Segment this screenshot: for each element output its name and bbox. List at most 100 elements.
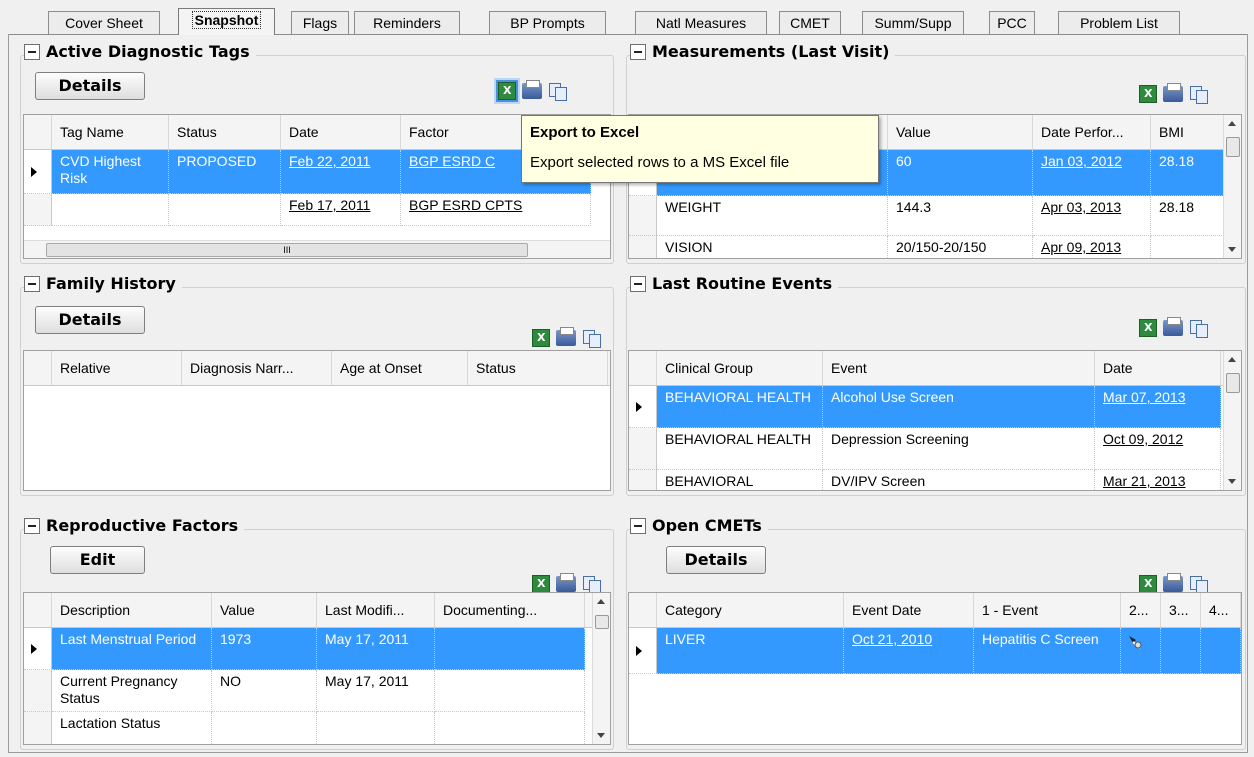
panel-title: Family History — [46, 274, 176, 293]
details-button[interactable]: Details — [666, 546, 766, 574]
collapse-icon[interactable] — [24, 275, 40, 292]
edit-button[interactable]: Edit — [50, 546, 145, 574]
open-cmets-panel: Open CMETs Details Category Event Date 1… — [626, 516, 1246, 750]
table-row[interactable]: Current Pregnancy Status NO May 17, 2011 — [24, 670, 610, 712]
table-row[interactable]: VISION 20/150-20/150 Apr 09, 2013 — [629, 236, 1241, 258]
copy-icon[interactable] — [548, 82, 567, 101]
row-selector[interactable] — [24, 194, 52, 226]
column-header[interactable]: Description — [52, 593, 212, 627]
column-header[interactable]: Documenting... — [435, 593, 585, 627]
column-header[interactable]: Date — [281, 115, 401, 149]
pin-icon[interactable] — [1127, 634, 1143, 650]
print-icon[interactable] — [556, 327, 576, 346]
column-header[interactable]: Status — [468, 351, 608, 385]
column-header[interactable]: Category — [657, 593, 844, 627]
tooltip-title: Export to Excel — [530, 124, 640, 141]
tab-pcc[interactable]: PCC — [989, 11, 1035, 34]
tooltip-body: Export selected rows to a MS Excel file — [530, 154, 790, 171]
tab-cmet[interactable]: CMET — [779, 11, 841, 34]
collapse-icon[interactable] — [630, 43, 646, 60]
vertical-scrollbar[interactable] — [1223, 351, 1241, 490]
row-selector[interactable] — [629, 470, 657, 490]
row-selector[interactable] — [629, 196, 657, 236]
tab-reminders[interactable]: Reminders — [354, 11, 460, 34]
column-header[interactable]: Event — [823, 351, 1095, 385]
row-selector[interactable] — [629, 428, 657, 470]
column-header[interactable]: Diagnosis Narr... — [182, 351, 332, 385]
last-routine-events-panel: Last Routine Events Clinical Group Event… — [626, 274, 1246, 496]
column-header[interactable]: Date Perfor... — [1033, 115, 1151, 149]
copy-icon[interactable] — [582, 329, 601, 348]
panel-title: Reproductive Factors — [46, 516, 239, 535]
tab-natl-measures[interactable]: Natl Measures — [635, 11, 767, 34]
table-row[interactable]: Last Menstrual Period 1973 May 17, 2011 — [24, 628, 610, 670]
row-selector[interactable] — [24, 712, 52, 744]
row-selector[interactable] — [629, 386, 657, 428]
collapse-icon[interactable] — [630, 517, 646, 534]
column-header[interactable]: Value — [212, 593, 317, 627]
print-icon[interactable] — [522, 80, 542, 99]
export-excel-tooltip: Export to Excel Export selected rows to … — [521, 115, 879, 183]
copy-icon[interactable] — [1189, 85, 1208, 104]
column-header[interactable]: Value — [888, 115, 1033, 149]
column-header[interactable]: Clinical Group — [657, 351, 823, 385]
collapse-icon[interactable] — [630, 275, 646, 292]
details-button[interactable]: Details — [35, 306, 145, 334]
reproductive-factors-panel: Reproductive Factors Edit Description Va… — [20, 516, 614, 750]
tab-problem-list[interactable]: Problem List — [1058, 11, 1180, 34]
tab-cover-sheet[interactable]: Cover Sheet — [48, 11, 160, 34]
column-header[interactable]: 2... — [1121, 593, 1161, 627]
table-row[interactable]: BEHAVIORAL DV/IPV Screen Mar 21, 2013 — [629, 470, 1241, 490]
column-header[interactable]: BMI — [1151, 115, 1224, 149]
table-row[interactable]: LIVER Oct 21, 2010 Hepatitis C Screen — [629, 628, 1241, 674]
details-button[interactable]: Details — [35, 72, 145, 100]
row-selector[interactable] — [629, 628, 657, 674]
table-row[interactable]: BEHAVIORAL HEALTH Depression Screening O… — [629, 428, 1241, 470]
column-header[interactable]: Age at Onset — [332, 351, 468, 385]
print-icon[interactable] — [1163, 83, 1183, 102]
column-header[interactable]: 1 - Event — [974, 593, 1121, 627]
column-header[interactable]: Event Date — [844, 593, 974, 627]
scrollbar-thumb[interactable]: III — [46, 243, 528, 257]
table-row[interactable]: BEHAVIORAL HEALTH Alcohol Use Screen Mar… — [629, 386, 1241, 428]
table-row[interactable]: Lactation Status — [24, 712, 610, 744]
collapse-icon[interactable] — [24, 43, 40, 60]
export-excel-icon[interactable] — [532, 575, 550, 593]
print-icon[interactable] — [556, 573, 576, 592]
export-excel-icon[interactable] — [496, 80, 518, 102]
column-header[interactable]: 4... — [1201, 593, 1241, 627]
column-header[interactable]: Status — [169, 115, 281, 149]
column-header[interactable]: Tag Name — [52, 115, 169, 149]
family-history-panel: Family History Details Relative Diagnosi… — [20, 274, 614, 496]
export-excel-icon[interactable] — [1139, 319, 1157, 337]
column-header[interactable]: 3... — [1161, 593, 1201, 627]
column-header[interactable]: Last Modifi... — [317, 593, 435, 627]
table-row[interactable]: Feb 17, 2011 BGP ESRD CPTS — [24, 194, 610, 226]
column-header[interactable]: Relative — [52, 351, 182, 385]
tab-bp-prompts[interactable]: BP Prompts — [489, 11, 606, 34]
row-selector[interactable] — [629, 236, 657, 258]
vertical-scrollbar[interactable] — [1223, 115, 1241, 258]
export-excel-icon[interactable] — [1139, 575, 1157, 593]
row-selector[interactable] — [24, 670, 52, 712]
horizontal-scrollbar[interactable]: III — [24, 240, 610, 258]
row-selector[interactable] — [24, 150, 52, 194]
print-icon[interactable] — [1163, 317, 1183, 336]
vertical-scrollbar[interactable] — [592, 593, 610, 744]
row-selector[interactable] — [24, 628, 52, 670]
tab-snapshot[interactable]: Snapshot — [178, 8, 275, 35]
export-excel-icon[interactable] — [1139, 85, 1157, 103]
copy-icon[interactable] — [1189, 319, 1208, 338]
tab-strip: Cover Sheet Snapshot Flags Reminders BP … — [8, 8, 1248, 35]
tab-flags[interactable]: Flags — [291, 11, 349, 34]
copy-icon[interactable] — [582, 575, 601, 594]
panel-title: Active Diagnostic Tags — [46, 42, 250, 61]
export-excel-icon[interactable] — [532, 329, 550, 347]
column-header[interactable]: Date — [1095, 351, 1221, 385]
copy-icon[interactable] — [1189, 575, 1208, 594]
print-icon[interactable] — [1163, 573, 1183, 592]
panel-title: Measurements (Last Visit) — [652, 42, 890, 61]
collapse-icon[interactable] — [24, 517, 40, 534]
table-row[interactable]: WEIGHT 144.3 Apr 03, 2013 28.18 — [629, 196, 1241, 236]
tab-summ-supp[interactable]: Summ/Supp — [862, 11, 964, 34]
